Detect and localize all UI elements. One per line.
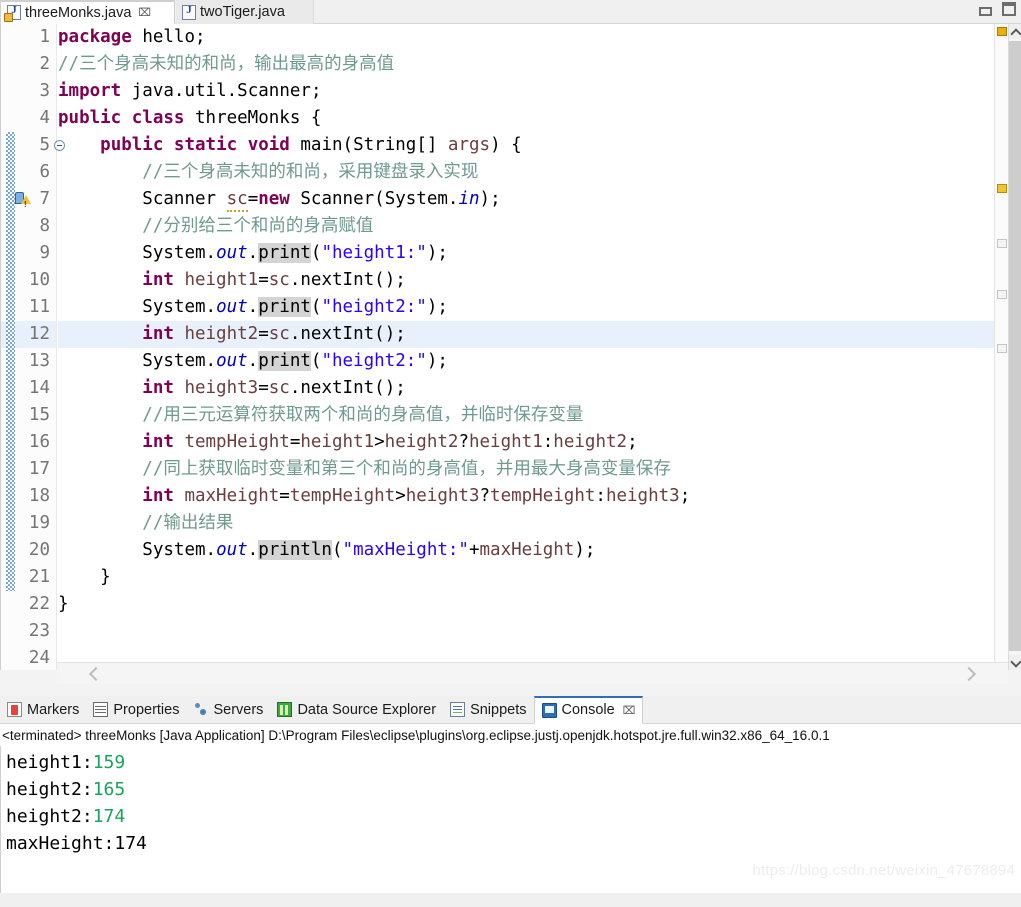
code-line[interactable]: System.out.print("height2:"); <box>58 294 1007 321</box>
console-input-echo: 174 <box>92 806 126 827</box>
code-line[interactable]: //输出结果 <box>58 510 1007 537</box>
code-line[interactable]: Scanner sc=new Scanner(System.in); <box>58 186 1007 213</box>
console-line: maxHeight:174 <box>6 833 147 854</box>
view-tab-label: Markers <box>27 701 80 718</box>
maximize-icon[interactable] <box>1002 2 1016 16</box>
minimize-icon[interactable] <box>979 7 992 16</box>
console-output[interactable]: height1:159 height2:165 height2:174 maxHeig… <box>0 746 1021 907</box>
console-input-echo: 159 <box>92 752 126 773</box>
line-number-gutter: 1 2 3 4 5 6 7 8 9 10 11 12 13 14 15 16 17 18 19 20 21 22 23 24 … <box>1 24 65 670</box>
code-line[interactable] <box>58 618 1007 645</box>
code-line[interactable]: int height2=sc.nextInt(); <box>58 321 1007 348</box>
console-input-echo: 165 <box>92 779 126 800</box>
watermark-text: https://blog.csdn.net/weixin_47678894 <box>752 862 1015 879</box>
editor-horizontal-scrollbar[interactable] <box>57 662 1008 684</box>
code-line[interactable]: System.out.print("height1:"); <box>58 240 1007 267</box>
view-tab-label: Properties <box>113 701 180 718</box>
code-line[interactable]: } <box>58 591 1007 618</box>
bottom-view-stack: Markers Properties Servers Data Source Expl… <box>0 695 1021 907</box>
java-file-icon <box>182 4 196 20</box>
code-line[interactable]: //用三元运算符获取两个和尚的身高值，并临时保存变量 <box>58 402 1007 429</box>
console-line: height1:159 <box>6 752 126 773</box>
code-line[interactable]: System.out.print("height2:"); <box>58 348 1007 375</box>
ruler-marker-occurrence[interactable] <box>997 290 1007 299</box>
code-line[interactable]: //同上获取临时变量和第三个和尚的身高值，并用最大身高变量保存 <box>58 456 1007 483</box>
close-icon[interactable]: ⌧ <box>138 6 151 19</box>
code-line[interactable]: //分别给三个和尚的身高赋值 <box>58 213 1007 240</box>
scrollbar-thumb[interactable] <box>1009 41 1021 651</box>
editor-tab-twoTiger[interactable]: twoTiger.java <box>176 0 314 24</box>
panel-bottom-spacer <box>0 893 1021 907</box>
data-source-explorer-icon <box>277 702 293 717</box>
code-line[interactable]: //三个身高未知的和尚，采用键盘录入实现 <box>58 159 1007 186</box>
view-tab-label: Servers <box>213 701 264 718</box>
scroll-down-icon[interactable] <box>1009 655 1021 670</box>
code-line[interactable]: //三个身高未知的和尚，输出最高的身高值 <box>58 51 1007 78</box>
annotation-ruler: ! <box>15 24 37 670</box>
code-line[interactable]: import java.util.Scanner; <box>58 78 1007 105</box>
code-line[interactable]: } <box>58 564 1007 591</box>
scroll-right-icon[interactable] <box>958 663 984 685</box>
editor-tab-threeMonks[interactable]: threeMonks.java ⌧ <box>0 0 175 24</box>
editor-tab-label: twoTiger.java <box>200 4 285 20</box>
code-line[interactable]: int height1=sc.nextInt(); <box>58 267 1007 294</box>
editor-vertical-scrollbar[interactable] <box>1008 24 1021 670</box>
change-bar <box>6 132 15 591</box>
editor-tab-bar: threeMonks.java ⌧ twoTiger.java <box>0 0 1021 24</box>
markers-icon <box>7 702 22 717</box>
editor-tab-label: threeMonks.java <box>25 4 132 21</box>
ruler-marker-warning[interactable] <box>997 184 1007 193</box>
ruler-marker-occurrence[interactable] <box>997 239 1007 248</box>
code-line[interactable]: System.out.println("maxHeight:"+maxHeigh… <box>58 537 1007 564</box>
ruler-marker-warning-summary[interactable] <box>997 27 1007 36</box>
view-tab-console[interactable]: Console ⌧ <box>533 695 644 724</box>
view-tab-label: Data Source Explorer <box>297 701 437 718</box>
view-tab-data-source-explorer[interactable]: Data Source Explorer <box>270 696 443 724</box>
snippets-icon <box>450 702 466 717</box>
view-tab-markers[interactable]: Markers <box>0 696 86 724</box>
overview-ruler[interactable] <box>994 24 1008 670</box>
code-line[interactable]: int height3=sc.nextInt(); <box>58 375 1007 402</box>
eclipse-window: threeMonks.java ⌧ twoTiger.java 12345678… <box>0 0 1021 907</box>
view-tab-label: Console <box>561 702 615 718</box>
editor-bottom-spacer <box>0 684 1021 696</box>
console-line: height2:174 <box>6 806 126 827</box>
editor-window-buttons <box>979 2 1016 16</box>
code-editor[interactable]: 1 2 3 4 5 6 7 8 9 10 11 12 13 14 15 16 17 18 19 20 21 22 23 24 … <box>0 24 1008 670</box>
code-line[interactable]: public static void main(String[] args) { <box>58 132 1007 159</box>
code-line[interactable]: public class threeMonks { <box>58 105 1007 132</box>
code-line[interactable]: int tempHeight=height1>height2?height1:h… <box>58 429 1007 456</box>
servers-icon <box>193 702 208 717</box>
code-line[interactable]: int maxHeight=tempHeight>height3?tempHei… <box>58 483 1007 510</box>
view-tab-label: Snippets <box>470 701 527 718</box>
ruler-marker-occurrence[interactable] <box>997 344 1007 353</box>
view-tab-snippets[interactable]: Snippets <box>443 696 533 724</box>
warning-bulb-icon[interactable]: ! <box>15 191 31 209</box>
scroll-up-icon[interactable] <box>1009 24 1021 39</box>
scroll-left-icon[interactable] <box>81 663 107 685</box>
console-icon <box>541 702 557 718</box>
view-tab-bar: Markers Properties Servers Data Source Expl… <box>0 695 1021 724</box>
view-tab-servers[interactable]: Servers <box>186 696 270 724</box>
console-line: height2:165 <box>6 779 126 800</box>
java-file-warning-icon <box>4 4 21 22</box>
code-line[interactable]: package hello; <box>58 24 1007 51</box>
view-tab-properties[interactable]: Properties <box>86 696 186 724</box>
code-text-area[interactable]: package hello;//三个身高未知的和尚，输出最高的身高值 import… <box>58 24 1007 670</box>
properties-icon <box>93 702 109 717</box>
console-launch-info: <terminated> threeMonks [Java Applicatio… <box>2 728 830 743</box>
close-icon[interactable]: ⌧ <box>623 704 636 717</box>
